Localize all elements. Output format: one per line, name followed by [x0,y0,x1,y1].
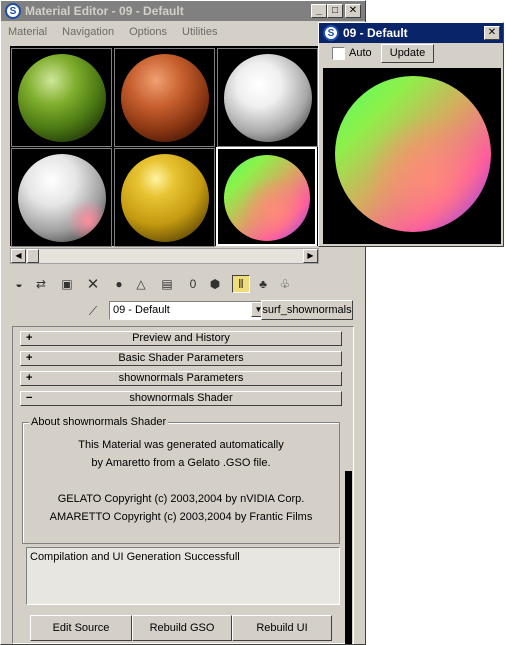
update-button[interactable]: Update [381,44,434,63]
show-end-result-icon[interactable]: Ⅱ [232,275,250,293]
sample-sphere-gold [121,154,209,242]
preview-viewport [323,68,501,244]
app-icon: S [5,3,21,19]
log-text: Compilation and UI Generation Successful… [30,551,240,563]
preview-window-title: 09 - Default [343,26,408,40]
sample-sphere-white [224,54,312,142]
expand-icon: + [26,372,33,384]
rebuild-gso-button[interactable]: Rebuild GSO [132,615,232,641]
material-editor-window: S Material Editor - 09 - Default _ □ ✕ M… [0,0,366,645]
preview-sphere-normals [335,76,491,232]
about-line: This Material was generated automaticall… [78,439,284,451]
assign-to-selection-icon[interactable]: ▣ [58,275,76,293]
put-to-library-icon[interactable]: ▤ [158,275,176,293]
preview-titlebar[interactable]: S 09 - Default [319,23,503,43]
sample-slot[interactable] [11,148,112,247]
auto-label: Auto [349,47,372,59]
edit-source-label: Edit Source [52,622,110,634]
material-toolbar: ◒ ⇄ ▣ ✕ ● △ ▤ 0 ⬢ Ⅱ ♣ ♧ [10,273,350,295]
about-line: AMARETTO Copyright (c) 2003,2004 by Fran… [49,511,313,523]
rollout-scroll-thumb[interactable] [345,471,352,644]
material-name-combo[interactable]: 09 - Default ▼ [109,301,267,320]
menu-navigation[interactable]: Navigation [62,26,114,38]
sample-slots [10,46,319,247]
about-title: About shownormals Shader [29,416,169,428]
sample-sphere-red [121,54,209,142]
material-name-value: 09 - Default [113,304,170,316]
scroll-thumb[interactable] [27,249,39,263]
menu-utilities[interactable]: Utilities [182,26,217,38]
collapse-icon: − [26,392,33,404]
material-name-row: ⟋ 09 - Default ▼ surf_shownormals [10,300,355,322]
go-forward-to-sibling-icon[interactable]: ♧ [276,275,294,293]
go-to-parent-icon[interactable]: ♣ [254,275,272,293]
show-map-in-viewport-icon[interactable]: ⬢ [206,275,224,293]
rollout-panel: + Preview and History + Basic Shader Par… [12,326,354,644]
menubar: Material Navigation Options Utilities [1,22,365,41]
sample-slot[interactable] [217,48,318,147]
rollout-scrollbar[interactable] [345,328,352,644]
app-icon: S [323,25,339,41]
about-line: GELATO Copyright (c) 2003,2004 by nVIDIA… [57,493,305,505]
material-type-button[interactable]: surf_shownormals [261,300,353,320]
make-unique-icon[interactable]: △ [132,275,150,293]
reset-map-icon[interactable]: ✕ [84,275,102,293]
compile-log[interactable]: Compilation and UI Generation Successful… [26,547,340,605]
rollout-basic-shader-parameters[interactable]: + Basic Shader Parameters [20,351,342,366]
pick-material-icon[interactable]: ⟋ [84,302,102,320]
menu-options[interactable]: Options [129,26,167,38]
rollout-shownormals-shader[interactable]: − shownormals Shader [20,391,342,406]
sample-sphere-green [18,54,106,142]
preview-window: S 09 - Default ✕ Auto Update [318,22,504,247]
rollout-shownormals-parameters[interactable]: + shownormals Parameters [20,371,342,386]
make-copy-icon[interactable]: ● [110,275,128,293]
menu-material[interactable]: Material [8,26,47,38]
sample-sphere-normals [224,155,310,241]
sample-slot[interactable] [114,148,215,247]
get-material-icon[interactable]: ◒ [10,275,28,293]
sample-slot-active[interactable] [216,147,317,246]
sample-slot-scrollbar[interactable]: ◀ ▶ [10,248,319,264]
rollout-label: shownormals Shader [129,392,233,404]
material-type-label: surf_shownormals [262,304,352,316]
about-groupbox: About shownormals Shader This Material w… [22,416,340,544]
edit-source-button[interactable]: Edit Source [30,615,132,641]
expand-icon: + [26,352,33,364]
sample-slot[interactable] [11,48,112,147]
rollout-label: Basic Shader Parameters [118,352,244,364]
maximize-button[interactable]: □ [327,4,343,18]
scroll-right-icon[interactable]: ▶ [303,249,318,263]
update-label: Update [389,47,426,59]
rebuild-gso-label: Rebuild GSO [149,622,215,634]
close-button[interactable]: ✕ [345,4,361,18]
scroll-left-icon[interactable]: ◀ [11,249,26,263]
put-to-scene-icon[interactable]: ⇄ [32,275,50,293]
rebuild-ui-label: Rebuild UI [256,622,308,634]
rollout-label: shownormals Parameters [118,372,244,384]
about-line: by Amaretto from a Gelato .GSO file. [91,457,271,469]
main-window-title: Material Editor - 09 - Default [25,4,184,18]
rebuild-ui-button[interactable]: Rebuild UI [232,615,332,641]
rollout-label: Preview and History [132,332,230,344]
auto-checkbox[interactable] [332,47,345,60]
expand-icon: + [26,332,33,344]
material-effects-channel-icon[interactable]: 0 [184,275,202,293]
sample-sphere-white-pink [18,154,106,242]
sample-slot[interactable] [114,48,215,147]
rollout-preview-and-history[interactable]: + Preview and History [20,331,342,346]
minimize-button[interactable]: _ [311,4,327,18]
preview-close-button[interactable]: ✕ [484,26,500,40]
